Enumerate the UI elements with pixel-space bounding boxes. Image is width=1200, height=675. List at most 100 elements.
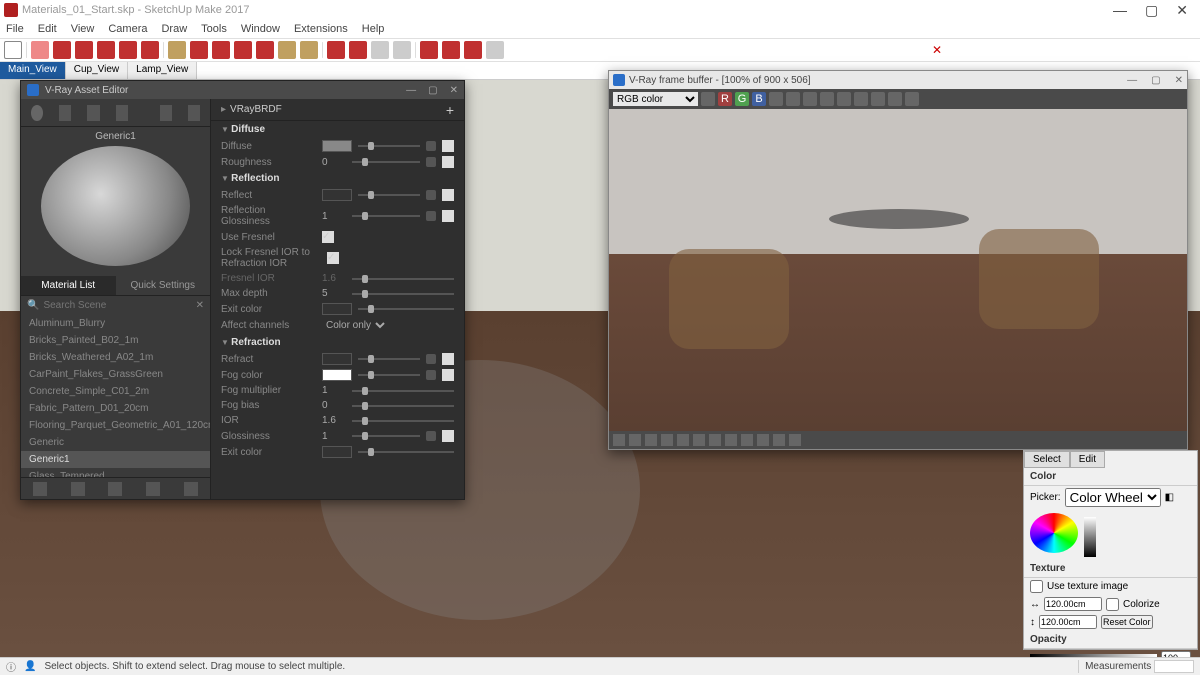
exit-color-swatch[interactable] xyxy=(322,303,352,315)
measurements-input[interactable] xyxy=(1154,660,1194,673)
menu-draw[interactable]: Draw xyxy=(161,23,187,35)
zoom-icon[interactable] xyxy=(371,41,389,59)
texture-slot-icon[interactable] xyxy=(426,157,436,167)
refract-toggle[interactable] xyxy=(442,353,454,365)
stop-icon[interactable] xyxy=(905,92,919,106)
paint-icon[interactable] xyxy=(300,41,318,59)
fb-minimize-button[interactable]: — xyxy=(1127,75,1137,86)
pan-icon[interactable] xyxy=(349,41,367,59)
vray-render-icon[interactable] xyxy=(420,41,438,59)
search-input[interactable] xyxy=(43,300,195,311)
list-item[interactable]: Concrete_Simple_C01_2m xyxy=(21,383,210,400)
add-layer-icon[interactable]: + xyxy=(446,102,454,118)
orbit-icon[interactable] xyxy=(327,41,345,59)
menu-edit[interactable]: Edit xyxy=(38,23,57,35)
minimize-button[interactable]: — xyxy=(1113,2,1127,19)
max-depth-value[interactable]: 5 xyxy=(322,288,346,299)
diffuse-toggle[interactable] xyxy=(442,140,454,152)
save-image-icon[interactable] xyxy=(701,92,715,106)
pencil-icon[interactable] xyxy=(53,41,71,59)
arc-icon[interactable] xyxy=(75,41,93,59)
clamp-icon[interactable] xyxy=(871,92,885,106)
texture-slot-icon[interactable] xyxy=(426,141,436,151)
texture-slot-icon[interactable] xyxy=(426,370,436,380)
rect-icon[interactable] xyxy=(97,41,115,59)
use-texture-checkbox[interactable] xyxy=(1030,580,1043,593)
texture-slot-icon[interactable] xyxy=(426,211,436,221)
render-icon[interactable] xyxy=(160,105,172,121)
fb-tool-icon[interactable] xyxy=(629,434,641,446)
tab-lamp-view[interactable]: Lamp_View xyxy=(128,62,197,79)
list-item[interactable]: CarPaint_Flakes_GrassGreen xyxy=(21,366,210,383)
channel-select[interactable]: RGB color xyxy=(613,92,698,106)
tray-tab-edit[interactable]: Edit xyxy=(1070,451,1105,468)
region-icon[interactable] xyxy=(837,92,851,106)
vray-rt-icon[interactable] xyxy=(442,41,460,59)
purge-icon[interactable] xyxy=(184,482,198,496)
fog-mult-slider[interactable] xyxy=(352,390,454,392)
vray-batch-icon[interactable] xyxy=(486,41,504,59)
use-fresnel-checkbox[interactable]: ✓ xyxy=(322,231,334,243)
close-button[interactable]: ✕ xyxy=(1176,2,1188,19)
exit-color2-swatch[interactable] xyxy=(322,446,352,458)
list-item[interactable]: Flooring_Parquet_Geometric_A01_120cm xyxy=(21,417,210,434)
refraction-section-header[interactable]: Refraction xyxy=(211,334,464,351)
list-item[interactable]: Bricks_Painted_B02_1m xyxy=(21,332,210,349)
picker-select[interactable]: Color Wheel xyxy=(1065,488,1161,507)
list-item[interactable]: Fabric_Pattern_D01_20cm xyxy=(21,400,210,417)
list-item[interactable]: Aluminum_Blurry xyxy=(21,315,210,332)
fog-color-swatch[interactable] xyxy=(322,369,352,381)
fog-bias-value[interactable]: 0 xyxy=(322,400,346,411)
fb-tool-icon[interactable] xyxy=(789,434,801,446)
maximize-button[interactable]: ▢ xyxy=(1145,2,1158,19)
glossiness-toggle[interactable] xyxy=(442,430,454,442)
help-icon[interactable]: ⓘ xyxy=(6,659,16,674)
reflection-section-header[interactable]: Reflection xyxy=(211,170,464,187)
texture-slot-icon[interactable] xyxy=(426,190,436,200)
compare-icon[interactable] xyxy=(786,92,800,106)
affect-channels-select[interactable]: Color only xyxy=(322,319,388,332)
geometry-tab-icon[interactable] xyxy=(87,105,99,121)
refl-gloss-value[interactable]: 1 xyxy=(322,211,346,222)
lights-tab-icon[interactable] xyxy=(59,105,71,121)
texture-slot-icon[interactable] xyxy=(426,431,436,441)
ior-value[interactable]: 1.6 xyxy=(322,415,346,426)
ior-slider[interactable] xyxy=(352,420,454,422)
menu-view[interactable]: View xyxy=(71,23,95,35)
b-channel-button[interactable]: B xyxy=(752,92,766,106)
tab-material-list[interactable]: Material List xyxy=(21,276,116,295)
refl-gloss-slider[interactable] xyxy=(352,215,420,217)
fb-close-button[interactable]: ✕ xyxy=(1175,75,1183,86)
roughness-value[interactable]: 0 xyxy=(322,157,346,168)
delete-material-icon[interactable] xyxy=(146,482,160,496)
select-tool-icon[interactable] xyxy=(4,41,22,59)
materials-tab-icon[interactable] xyxy=(31,105,43,121)
fb-tool-icon[interactable] xyxy=(741,434,753,446)
ae-minimize-button[interactable]: — xyxy=(406,85,416,96)
mono-icon[interactable] xyxy=(769,92,783,106)
eraser-icon[interactable] xyxy=(31,41,49,59)
reflect-toggle[interactable] xyxy=(442,189,454,201)
list-item[interactable]: Glass_Tempered xyxy=(21,468,210,477)
scale-icon[interactable] xyxy=(234,41,252,59)
ae-close-button[interactable]: ✕ xyxy=(450,85,458,96)
menu-window[interactable]: Window xyxy=(241,23,280,35)
lens-icon[interactable] xyxy=(820,92,834,106)
fb-maximize-button[interactable]: ▢ xyxy=(1151,75,1160,86)
fog-toggle[interactable] xyxy=(442,369,454,381)
diffuse-swatch[interactable] xyxy=(322,140,352,152)
tray-tab-select[interactable]: Select xyxy=(1024,451,1070,468)
roughness-slider[interactable] xyxy=(352,161,420,163)
value-slider[interactable] xyxy=(1084,517,1096,557)
zoomext-icon[interactable] xyxy=(393,41,411,59)
offset-icon[interactable] xyxy=(256,41,274,59)
exit-color2-slider[interactable] xyxy=(358,451,454,453)
color-wheel[interactable] xyxy=(1030,513,1078,553)
move-icon[interactable] xyxy=(190,41,208,59)
r-channel-button[interactable]: R xyxy=(718,92,732,106)
circle-icon[interactable] xyxy=(119,41,137,59)
reflect-slider[interactable] xyxy=(358,194,420,196)
history-icon[interactable] xyxy=(803,92,817,106)
reflect-swatch[interactable] xyxy=(322,189,352,201)
fb-tool-icon[interactable] xyxy=(661,434,673,446)
